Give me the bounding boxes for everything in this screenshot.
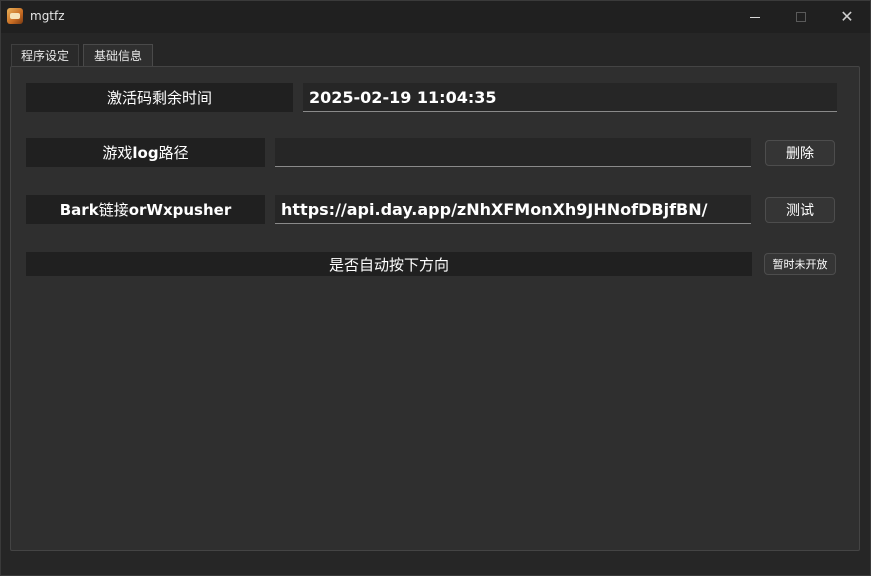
- game-log-path-label: 游戏 log 路径: [26, 138, 265, 167]
- minimize-icon: [750, 16, 760, 18]
- close-icon: ✕: [840, 7, 854, 26]
- maximize-button[interactable]: [778, 1, 824, 33]
- app-logo-icon: [7, 8, 23, 24]
- game-log-label-bold: log: [132, 143, 159, 162]
- basic-info-panel: 激活码剩余时间 2025-02-19 11:04:35 游戏 log 路径 删除 B…: [10, 66, 860, 551]
- game-log-label-prefix: 游戏: [102, 144, 133, 162]
- bark-label-bold1: Bark: [59, 200, 99, 219]
- title-bar[interactable]: mgtfz ✕: [1, 1, 870, 33]
- bark-label-mid: 链接: [98, 201, 129, 219]
- tab-program-settings[interactable]: 程序设定: [11, 44, 79, 66]
- window-title: mgtfz: [30, 9, 65, 23]
- not-available-button[interactable]: 暂时未开放: [764, 253, 836, 275]
- bark-link-label: Bark 链接 orWxpusher: [26, 195, 265, 224]
- app-window: mgtfz ✕ 程序设定 基础信息 激活码剩余时间 2025-02-19 11:…: [0, 0, 871, 576]
- activation-value: 2025-02-19 11:04:35: [303, 83, 837, 112]
- tab-basic-info[interactable]: 基础信息: [83, 44, 153, 66]
- minimize-button[interactable]: [732, 1, 778, 33]
- game-log-path-input[interactable]: [275, 138, 751, 167]
- delete-button[interactable]: 删除: [765, 140, 835, 166]
- bark-label-bold2: orWxpusher: [128, 200, 232, 219]
- close-button[interactable]: ✕: [824, 1, 870, 33]
- test-button[interactable]: 测试: [765, 197, 835, 223]
- game-log-label-suffix: 路径: [158, 144, 189, 162]
- maximize-icon: [796, 12, 806, 22]
- bark-link-input[interactable]: https://api.day.app/zNhXFMonXh9JHNofDBjf…: [275, 195, 751, 224]
- auto-press-direction-label[interactable]: 是否自动按下方向: [26, 252, 752, 276]
- activation-label: 激活码剩余时间: [26, 83, 293, 112]
